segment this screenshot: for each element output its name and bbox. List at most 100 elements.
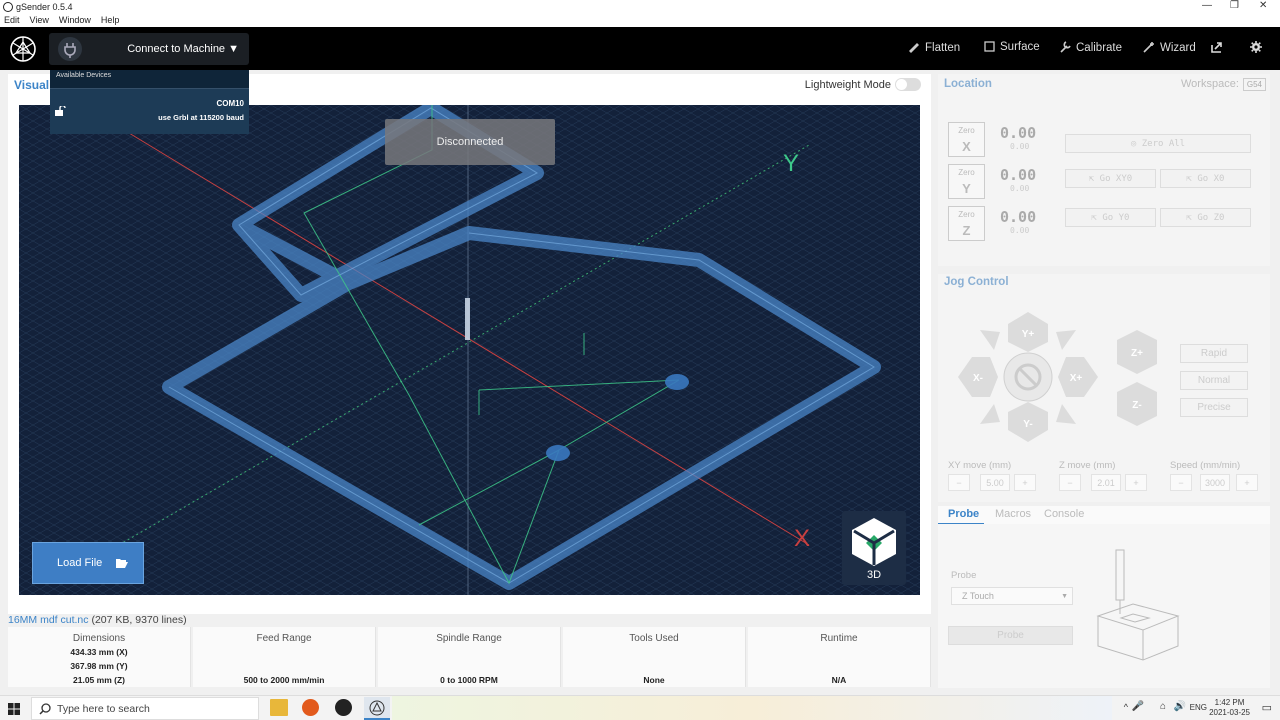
z-move-input[interactable]: 2.01 — [1091, 474, 1121, 491]
probe-illustration-icon — [1096, 549, 1180, 661]
taskbar-search-input[interactable]: Type here to search — [31, 697, 259, 720]
go-y0-button[interactable]: ⇱ Go Y0 — [1065, 208, 1156, 227]
right-sidebar: Location Workspace: G54 Zero X 0.00 0.00 Z… — [938, 74, 1270, 688]
app-header: Connect to Machine ▼ Flatten Surface Cal… — [0, 27, 1280, 70]
flatten-button[interactable]: Flatten — [908, 41, 960, 54]
menu-bar: Edit View Window Help — [0, 14, 1280, 27]
windows-start-icon[interactable] — [8, 703, 20, 715]
svg-text:Z-: Z- — [1132, 400, 1141, 411]
connect-machine-button[interactable]: Connect to Machine ▼ — [49, 33, 249, 65]
flatten-icon — [909, 43, 919, 53]
menu-help[interactable]: Help — [101, 15, 120, 25]
speed-label: Speed (mm/min) — [1170, 460, 1241, 471]
xy-decrease-button[interactable]: − — [948, 474, 970, 491]
xy-increase-button[interactable]: + — [1014, 474, 1036, 491]
dropdown-header: Available Devices — [56, 72, 112, 79]
xy-move-label: XY move (mm) — [948, 460, 1012, 471]
zero-x-button[interactable]: Zero X — [948, 122, 985, 157]
normal-button[interactable]: Normal — [1180, 371, 1248, 390]
z-position: 0.00 — [1000, 208, 1037, 226]
restore-icon[interactable]: ❐ — [1230, 0, 1239, 11]
precise-button[interactable]: Precise — [1180, 398, 1248, 417]
surface-icon — [984, 41, 995, 52]
minimize-icon[interactable]: — — [1202, 0, 1212, 11]
obs-icon[interactable] — [335, 699, 352, 716]
toolpath-canvas: X Y — [19, 105, 920, 595]
z-increase-button[interactable]: + — [1125, 474, 1147, 491]
stat-label: Feed Range — [256, 633, 312, 644]
probe-type-select[interactable]: Z Touch ▼ — [951, 587, 1073, 605]
z-decrease-button[interactable]: − — [1059, 474, 1081, 491]
go-x0-button[interactable]: ⇱ Go X0 — [1160, 169, 1251, 188]
stat-label: Tools Used — [629, 633, 679, 644]
rapid-button[interactable]: Rapid — [1180, 344, 1248, 363]
speed-input[interactable]: 3000 — [1200, 474, 1230, 491]
search-placeholder: Type here to search — [57, 703, 150, 715]
dim-x: 434.33 mm (X) — [70, 647, 128, 657]
3d-viewport[interactable]: X Y Disconnected Load File 3D — [19, 105, 920, 595]
app-icon — [3, 2, 13, 12]
dim-z: 21.05 mm (Z) — [73, 675, 125, 685]
workspace-select[interactable]: Workspace: G54 — [1181, 78, 1266, 91]
menu-window[interactable]: Window — [59, 15, 91, 25]
stat-label: Spindle Range — [436, 633, 502, 644]
firefox-icon[interactable] — [302, 699, 319, 716]
calibrate-icon — [1060, 41, 1071, 53]
menu-view[interactable]: View — [30, 15, 49, 25]
speed-decrease-button[interactable]: − — [1170, 474, 1192, 491]
calibrate-button[interactable]: Calibrate — [1059, 41, 1122, 54]
gsender-taskbar-icon[interactable] — [364, 697, 390, 720]
settings-gear-icon[interactable] — [1250, 41, 1267, 54]
stat-tools: Tools Used None — [563, 627, 746, 687]
stat-value: None — [643, 675, 665, 685]
unlock-icon — [55, 104, 66, 119]
stat-value: 0 to 1000 RPM — [440, 675, 498, 685]
language-indicator[interactable]: ENG — [1190, 703, 1207, 712]
stat-runtime: Runtime N/A — [748, 627, 931, 687]
load-file-button[interactable]: Load File — [32, 542, 144, 584]
tab-console[interactable]: Console — [1044, 508, 1084, 520]
close-icon[interactable]: ✕ — [1259, 0, 1267, 11]
tab-probe[interactable]: Probe — [948, 508, 979, 520]
file-name: 16MM mdf cut.nc — [8, 614, 89, 626]
tab-macros[interactable]: Macros — [995, 508, 1031, 520]
xy-move-input[interactable]: 5.00 — [980, 474, 1010, 491]
menu-edit[interactable]: Edit — [4, 15, 20, 25]
view-cube-3d[interactable]: 3D — [842, 511, 906, 585]
x-position: 0.00 — [1000, 124, 1037, 142]
tray-chevron-up-icon[interactable]: ^ — [1124, 702, 1128, 712]
z-jog-pad: Z+ Z- — [1117, 330, 1157, 426]
surface-button[interactable]: Surface — [984, 41, 1040, 53]
device-item-com10[interactable]: COM10 use Grbl at 115200 baud — [50, 88, 249, 134]
device-port: COM10 — [216, 99, 244, 108]
file-explorer-icon[interactable] — [270, 699, 288, 716]
zero-y-button[interactable]: Zero Y — [948, 164, 985, 199]
x-machine-position: 0.00 — [1010, 142, 1030, 151]
windows-taskbar: Type here to search ^ 🎤 ⌂ 🔊 ENG 1:42 PM 2… — [0, 695, 1280, 720]
y-axis-label: Y — [783, 150, 799, 177]
zero-z-button[interactable]: Zero Z — [948, 206, 985, 241]
network-icon[interactable]: ⌂ — [1160, 701, 1166, 712]
go-xy0-button[interactable]: ⇱ Go XY0 — [1065, 169, 1156, 188]
disconnected-toast: Disconnected — [385, 119, 555, 165]
microphone-icon[interactable]: 🎤 — [1132, 701, 1144, 712]
export-icon[interactable] — [1211, 41, 1228, 54]
wizard-button[interactable]: Wizard — [1143, 41, 1196, 54]
lightweight-mode-toggle[interactable] — [895, 78, 921, 91]
go-z0-button[interactable]: ⇱ Go Z0 — [1160, 208, 1251, 227]
stat-label: Runtime — [820, 633, 858, 644]
notifications-icon[interactable]: ▭ — [1262, 701, 1272, 714]
workspace-value: G54 — [1242, 78, 1266, 91]
zero-all-button[interactable]: ◎ Zero All — [1065, 134, 1251, 153]
probe-button[interactable]: Probe — [948, 626, 1073, 645]
volume-icon[interactable]: 🔊 — [1174, 701, 1186, 712]
z-move-label: Z move (mm) — [1059, 460, 1116, 471]
speed-increase-button[interactable]: + — [1236, 474, 1258, 491]
jog-control-panel: Jog Control Y+ Y- X- X+ Z+ Z- Rapid Norm… — [938, 274, 1270, 502]
window-titlebar: gSender 0.5.4 — ❐ ✕ — [0, 0, 1280, 14]
clock[interactable]: 1:42 PM 2021-03-25 — [1209, 698, 1250, 718]
workspace-label: Workspace: — [1181, 78, 1239, 90]
cube-label: 3D — [866, 569, 882, 581]
location-title: Location — [944, 78, 992, 90]
device-description: use Grbl at 115200 baud — [158, 113, 244, 122]
